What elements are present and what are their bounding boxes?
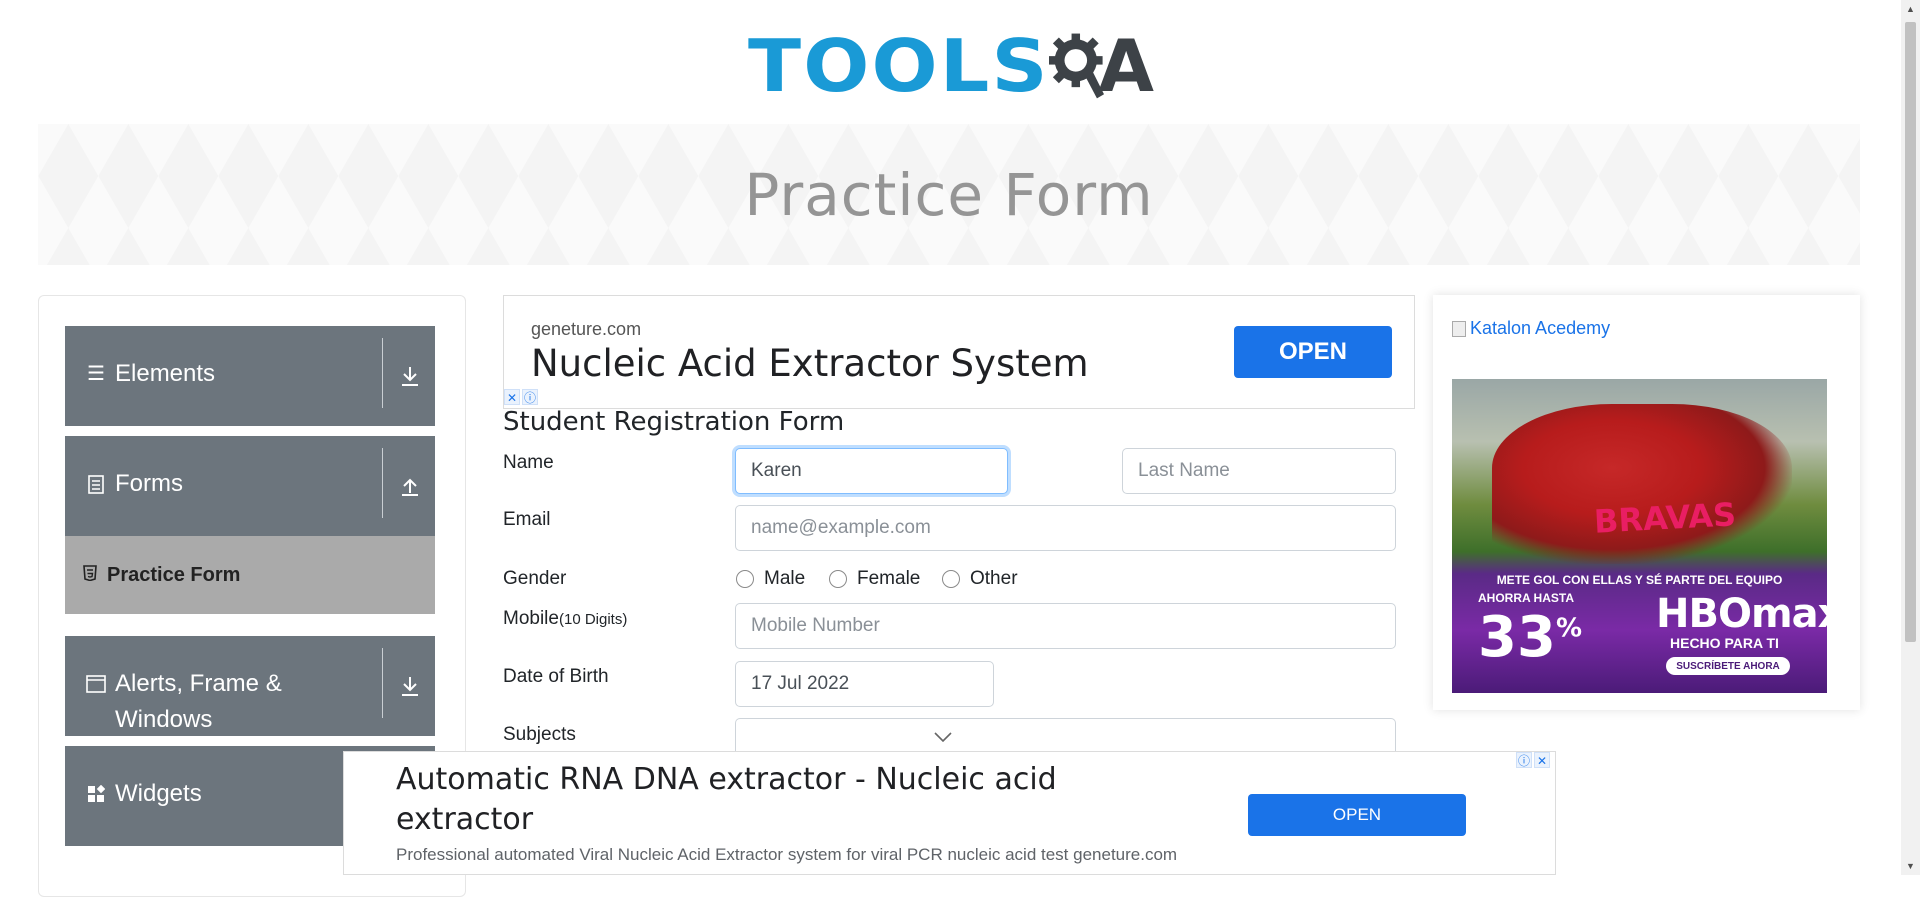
first-name-input[interactable] bbox=[735, 448, 1008, 494]
logo-text-a: A bbox=[1098, 24, 1154, 108]
ad-title: BRAVAS bbox=[1593, 495, 1737, 541]
scrollbar-thumb[interactable] bbox=[1905, 22, 1916, 642]
radio-circle[interactable] bbox=[829, 570, 847, 588]
ad-description: Professional automated Viral Nucleic Aci… bbox=[396, 845, 1178, 864]
gender-radio-female[interactable]: Female bbox=[829, 568, 920, 590]
ad-photo bbox=[1492, 404, 1792, 564]
download-arrow-icon[interactable] bbox=[395, 361, 425, 391]
gender-radio-male[interactable]: Male bbox=[736, 568, 805, 590]
mobile-input[interactable] bbox=[735, 603, 1396, 649]
subjects-label: Subjects bbox=[503, 724, 576, 745]
broken-image-icon bbox=[1452, 320, 1466, 337]
radio-circle[interactable] bbox=[942, 570, 960, 588]
html5-icon bbox=[83, 565, 97, 585]
ad-banner-top[interactable]: geneture.com Nucleic Acid Extractor Syst… bbox=[503, 295, 1415, 409]
logo-text-tools: TOOLS bbox=[748, 24, 1050, 108]
gender-label: Gender bbox=[503, 568, 567, 589]
sidebar-group-elements[interactable]: ☰ Elements bbox=[65, 326, 435, 426]
adchoices[interactable]: ⓘ ✕ bbox=[1516, 752, 1550, 768]
mobile-hint: (10 Digits) bbox=[558, 611, 628, 628]
sidebar-group-alerts-frame-windows[interactable]: Alerts, Frame & Windows bbox=[65, 636, 435, 736]
ad-sidebar-right: Katalon Acedemy ⓘ ✕ BRAVAS METE GOL CON … bbox=[1433, 295, 1860, 710]
info-icon[interactable]: ⓘ bbox=[1516, 752, 1532, 768]
hbo-max-ad[interactable]: BRAVAS METE GOL CON ELLAS Y SÉ PARTE DEL… bbox=[1452, 379, 1827, 693]
toolsqa-logo[interactable]: TOOLS A bbox=[748, 16, 1154, 116]
ad-save-label: AHORRA HASTA bbox=[1478, 591, 1574, 605]
ad-open-button[interactable]: OPEN bbox=[1234, 326, 1392, 378]
vertical-scrollbar[interactable]: ▲ ▼ bbox=[1901, 0, 1920, 875]
scroll-down-arrow-icon[interactable]: ▼ bbox=[1901, 857, 1920, 875]
sidebar-group-forms[interactable]: Forms bbox=[65, 436, 435, 536]
page-banner: Practice Form bbox=[38, 124, 1860, 265]
ad-subscribe-button[interactable]: SUSCRÍBETE AHORA bbox=[1666, 657, 1790, 675]
sidebar-group-elements-title[interactable]: ☰ Elements bbox=[85, 356, 335, 392]
form-title: Student Registration Form bbox=[503, 407, 845, 437]
scroll-up-arrow-icon[interactable]: ▲ bbox=[1901, 0, 1920, 18]
divider bbox=[382, 648, 383, 718]
email-label: Email bbox=[503, 509, 551, 530]
gear-magnifier-icon bbox=[1049, 33, 1105, 99]
divider bbox=[382, 338, 383, 408]
chevron-down-icon[interactable] bbox=[934, 729, 952, 747]
sidebar-group-widgets-title[interactable]: Widgets bbox=[85, 776, 335, 812]
download-arrow-icon[interactable] bbox=[395, 671, 425, 701]
radio-label[interactable]: Male bbox=[764, 568, 805, 590]
subjects-input[interactable] bbox=[735, 718, 1396, 754]
sidebar-group-alerts-title[interactable]: Alerts, Frame & Windows bbox=[85, 666, 335, 738]
ad-headline[interactable]: Automatic RNA DNA extractor - Nucleic ac… bbox=[396, 760, 1116, 840]
divider bbox=[382, 448, 383, 518]
dob-label: Date of Birth bbox=[503, 666, 609, 687]
info-icon[interactable]: ⓘ bbox=[522, 389, 538, 405]
sidebar-group-label: Widgets bbox=[115, 780, 202, 807]
katalon-academy-image[interactable]: Katalon Acedemy bbox=[1452, 318, 1610, 339]
adchoices[interactable]: ✕ ⓘ bbox=[504, 389, 538, 405]
hbo-max-logo: HBOmax bbox=[1656, 591, 1827, 637]
sidebar-group-label: Forms bbox=[115, 470, 183, 497]
mobile-label-text: Mobile bbox=[503, 608, 559, 629]
ad-percent: 33% bbox=[1478, 605, 1582, 670]
radio-circle[interactable] bbox=[736, 570, 754, 588]
sidebar-group-label: Elements bbox=[115, 360, 216, 387]
sidebar-group-label: Alerts, Frame & Windows bbox=[115, 670, 282, 733]
page-title: Practice Form bbox=[744, 160, 1154, 229]
date-of-birth-input[interactable] bbox=[735, 661, 994, 707]
ad-banner-bottom[interactable]: Automatic RNA DNA extractor - Nucleic ac… bbox=[343, 751, 1556, 875]
gender-radio-other[interactable]: Other bbox=[942, 568, 1018, 590]
sidebar-group-forms-title[interactable]: Forms bbox=[85, 466, 335, 502]
radio-label[interactable]: Other bbox=[970, 568, 1018, 590]
sidebar-item-practice-form[interactable]: Practice Form bbox=[65, 536, 435, 614]
email-input[interactable] bbox=[735, 505, 1396, 551]
name-label: Name bbox=[503, 452, 554, 473]
sidebar-item-label: Practice Form bbox=[107, 563, 241, 586]
image-alt-text[interactable]: Katalon Acedemy bbox=[1470, 318, 1610, 339]
ad-domain: geneture.com bbox=[531, 319, 642, 339]
ad-headline[interactable]: Nucleic Acid Extractor System bbox=[531, 342, 1089, 385]
radio-label[interactable]: Female bbox=[857, 568, 920, 590]
upload-arrow-icon[interactable] bbox=[395, 471, 425, 501]
close-icon[interactable]: ✕ bbox=[504, 389, 520, 405]
window-icon bbox=[85, 673, 107, 695]
document-icon bbox=[85, 473, 107, 495]
ad-brand-tagline: HECHO PARA TI bbox=[1670, 635, 1779, 651]
hamburger-icon: ☰ bbox=[87, 363, 105, 385]
widgets-icon bbox=[85, 783, 107, 805]
close-icon[interactable]: ✕ bbox=[1534, 752, 1550, 768]
mobile-label: Mobile(10 Digits) bbox=[503, 608, 627, 630]
ad-open-button[interactable]: OPEN bbox=[1248, 794, 1466, 836]
last-name-input[interactable] bbox=[1122, 448, 1396, 494]
ad-tagline: METE GOL CON ELLAS Y SÉ PARTE DEL EQUIPO bbox=[1496, 573, 1783, 587]
